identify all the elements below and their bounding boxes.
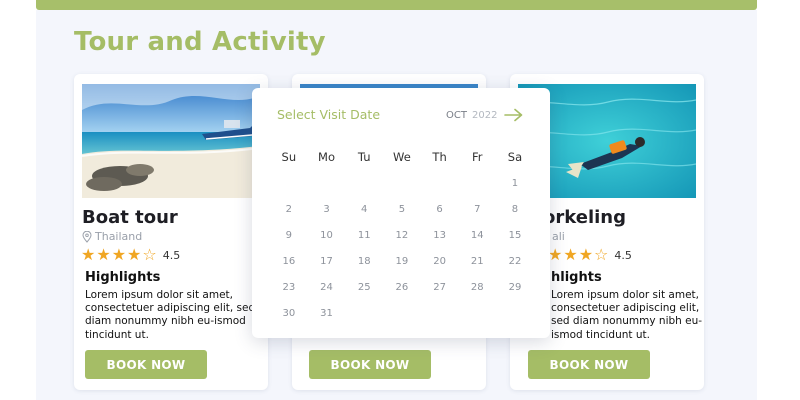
card-rating: ★ ★ ★ ☆ 4.5	[548, 246, 632, 264]
calendar-empty-cell	[345, 170, 383, 196]
highlights-heading: Highlights	[85, 270, 161, 285]
highlights-heading: hlights	[551, 270, 602, 285]
star-empty-icon: ☆	[594, 245, 609, 264]
location-text: ali	[552, 230, 565, 243]
calendar-day[interactable]: 24	[308, 274, 346, 300]
beach-with-boat-image	[82, 84, 260, 198]
card-title: orkeling	[543, 207, 626, 228]
calendar-empty-cell	[383, 170, 421, 196]
star-filled-icon: ★	[127, 245, 142, 264]
star-filled-icon: ★	[111, 245, 127, 264]
calendar-day[interactable]: 4	[345, 196, 383, 222]
card-location: ali	[552, 230, 565, 243]
calendar-day[interactable]: 16	[270, 248, 308, 274]
calendar-empty-cell	[308, 170, 346, 196]
calendar-month: OCT	[446, 110, 467, 121]
location-text: Thailand	[95, 230, 143, 243]
weekday-header: Tu	[357, 150, 371, 164]
calendar-empty-cell	[458, 170, 496, 196]
book-now-button[interactable]: BOOK NOW	[528, 350, 650, 379]
calendar-day[interactable]: 22	[496, 248, 534, 274]
calendar-day[interactable]: 29	[496, 274, 534, 300]
card-description: Lorem ipsum dolor sit amet, consectetuer…	[551, 289, 703, 341]
calendar-day[interactable]: 28	[458, 274, 496, 300]
star-filled-icon: ★	[81, 245, 96, 264]
calendar-day[interactable]: 25	[345, 274, 383, 300]
card-rating: ★ ★ ★ ★ ☆ 4.5	[81, 246, 180, 264]
calendar-day[interactable]: 15	[496, 222, 534, 248]
star-empty-icon: ☆	[142, 245, 157, 264]
calendar-empty-cell	[421, 170, 459, 196]
calendar-title: Select Visit Date	[277, 107, 381, 122]
weekday-header: We	[393, 150, 411, 164]
calendar-day[interactable]: 27	[421, 274, 459, 300]
calendar-day[interactable]: 10	[308, 222, 346, 248]
card-location: Thailand	[82, 230, 142, 243]
top-accent-bar	[36, 0, 757, 10]
book-now-button[interactable]: BOOK NOW	[85, 350, 207, 379]
star-filled-icon: ★	[563, 245, 578, 264]
calendar-day[interactable]: 14	[458, 222, 496, 248]
calendar-day[interactable]: 26	[383, 274, 421, 300]
calendar-day[interactable]: 30	[270, 300, 308, 326]
card-description: Lorem ipsum dolor sit amet, consectetuer…	[85, 289, 256, 341]
tour-card-boat: Boat tour Thailand ★ ★ ★ ★ ☆ 4.5 Highlig…	[74, 74, 268, 390]
map-pin-icon	[82, 230, 92, 243]
calendar-year: 2022	[472, 110, 498, 121]
weekday-header: Su	[281, 150, 297, 164]
date-picker-popup: Select Visit Date OCT 2022 Su Mo Tu We Th Fr S…	[252, 88, 550, 338]
calendar-day[interactable]: 7	[458, 196, 496, 222]
section-title: Tour and Activity	[74, 27, 326, 57]
calendar-day[interactable]: 8	[496, 196, 534, 222]
calendar-day[interactable]: 3	[308, 196, 346, 222]
calendar-day[interactable]: 19	[383, 248, 421, 274]
star-filled-icon: ★	[96, 245, 111, 264]
arrow-right-icon[interactable]	[504, 108, 524, 122]
calendar-grid: Su Mo Tu We Th Fr Sa 1 2 3 4 5 6 7 8 9 10 11 12 13 14 15 16 17 1…	[270, 144, 534, 326]
calendar-day[interactable]: 31	[308, 300, 346, 326]
weekday-header: Fr	[472, 150, 483, 164]
weekday-header: Mo	[318, 150, 336, 164]
star-half-icon: ★	[578, 245, 594, 264]
calendar-day[interactable]: 18	[345, 248, 383, 274]
rating-value: 4.5	[614, 248, 632, 262]
weekday-header: Sa	[507, 150, 523, 164]
book-now-button[interactable]: BOOK NOW	[309, 350, 431, 379]
calendar-day[interactable]: 20	[421, 248, 459, 274]
rating-value: 4.5	[162, 248, 181, 262]
calendar-day[interactable]: 23	[270, 274, 308, 300]
calendar-day[interactable]: 21	[458, 248, 496, 274]
card-title: Boat tour	[82, 207, 178, 228]
calendar-day[interactable]: 11	[345, 222, 383, 248]
calendar-empty-cell	[270, 170, 308, 196]
calendar-day[interactable]: 6	[421, 196, 459, 222]
calendar-day[interactable]: 12	[383, 222, 421, 248]
star-filled-icon: ★	[548, 245, 563, 264]
calendar-day[interactable]: 17	[308, 248, 346, 274]
calendar-day[interactable]: 2	[270, 196, 308, 222]
calendar-day[interactable]: 5	[383, 196, 421, 222]
calendar-day[interactable]: 9	[270, 222, 308, 248]
calendar-day[interactable]: 1	[496, 170, 534, 196]
weekday-header: Th	[432, 150, 447, 164]
calendar-day[interactable]: 13	[421, 222, 459, 248]
